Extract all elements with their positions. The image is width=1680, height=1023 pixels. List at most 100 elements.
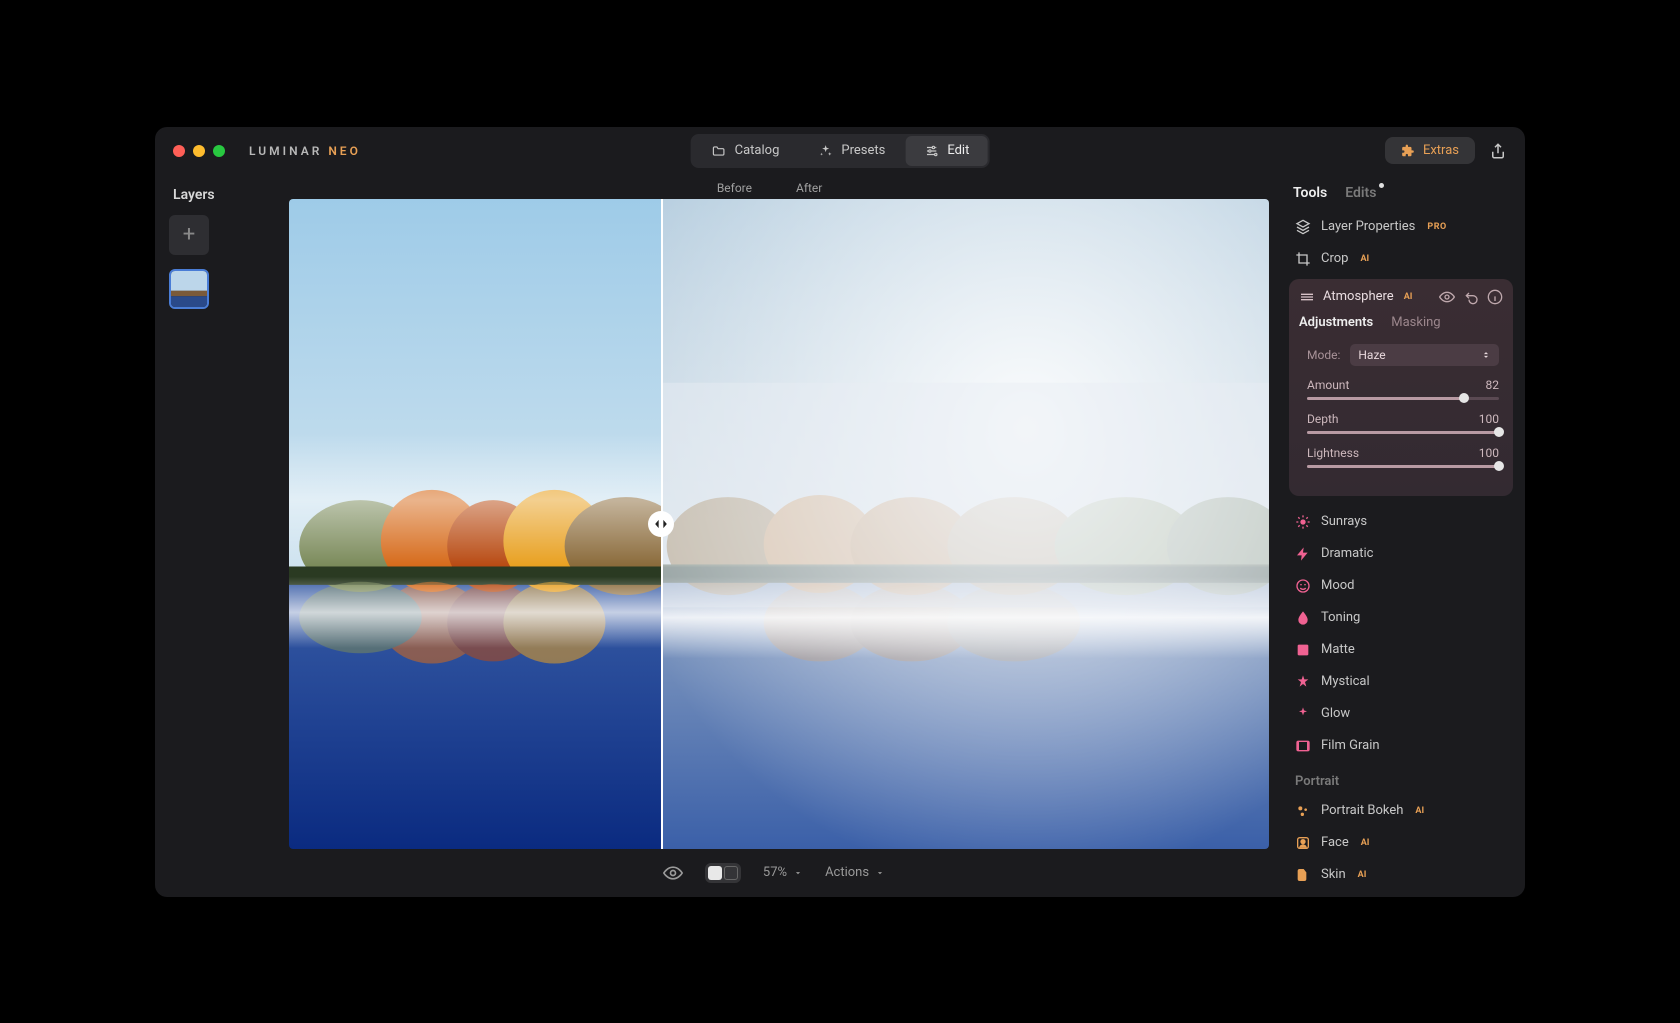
slider-lightness[interactable]: Lightness 100: [1307, 446, 1499, 468]
sunrays-icon: [1295, 514, 1311, 530]
layers-title: Layers: [173, 187, 265, 203]
compare-handle[interactable]: [648, 511, 674, 537]
toning-icon: [1295, 610, 1311, 626]
tool-label: Face: [1321, 835, 1349, 850]
right-tab-edits[interactable]: Edits: [1345, 185, 1376, 201]
ai-badge: AI: [1404, 292, 1413, 302]
brand-part1: LUMINAR: [249, 144, 322, 158]
canvas-area: Before After: [265, 175, 1283, 897]
portrait_bokeh-icon: [1295, 803, 1311, 819]
after-label: After: [796, 181, 822, 195]
reset-button[interactable]: [1463, 289, 1479, 305]
tool-label: Film Grain: [1321, 738, 1380, 753]
tool-label: Toning: [1321, 610, 1360, 625]
skin-icon: [1295, 867, 1311, 883]
crop-icon: [1295, 251, 1311, 267]
tab-edit-label: Edit: [947, 143, 969, 158]
atmosphere-panel: Atmosphere AI Adjustments Masking Mode:: [1289, 279, 1513, 496]
edits-indicator-dot: [1379, 183, 1384, 188]
ai-badge: AI: [1358, 870, 1367, 880]
info-button[interactable]: [1487, 289, 1503, 305]
tab-presets[interactable]: Presets: [799, 136, 903, 166]
ai-badge: AI: [1415, 806, 1424, 816]
slider-depth[interactable]: Depth 100: [1307, 412, 1499, 434]
window-controls: [173, 145, 225, 157]
slider-thumb[interactable]: [1494, 427, 1504, 437]
slider-label: Depth: [1307, 412, 1339, 426]
pro-badge: PRO: [1427, 222, 1446, 232]
chevron-down-icon: [875, 868, 885, 878]
image-viewport[interactable]: [289, 199, 1269, 849]
brand-part2: NEO: [328, 144, 361, 158]
tool-label: Mystical: [1321, 674, 1370, 689]
subtab-adjustments[interactable]: Adjustments: [1299, 315, 1373, 330]
tools-panel: Tools Edits Layer Properties PRO Crop AI: [1283, 175, 1525, 897]
tool-body[interactable]: BodyAI: [1289, 891, 1513, 897]
tool-film_grain[interactable]: Film Grain: [1289, 730, 1513, 762]
tool-label: Glow: [1321, 706, 1350, 721]
tool-layer-properties[interactable]: Layer Properties PRO: [1289, 211, 1513, 243]
mode-switcher: Catalog Presets Edit: [691, 134, 990, 168]
tool-glow[interactable]: Glow: [1289, 698, 1513, 730]
tool-layer-properties-label: Layer Properties: [1321, 219, 1415, 234]
extras-button[interactable]: Extras: [1385, 137, 1475, 164]
tool-label: Dramatic: [1321, 546, 1373, 561]
extras-label: Extras: [1423, 143, 1459, 158]
tool-mystical[interactable]: Mystical: [1289, 666, 1513, 698]
add-layer-button[interactable]: +: [169, 215, 209, 255]
sparkle-icon: [817, 143, 833, 159]
tool-portrait_bokeh[interactable]: Portrait Bokeh AI: [1289, 795, 1513, 827]
share-icon[interactable]: [1489, 142, 1507, 160]
mood-icon: [1295, 578, 1311, 594]
face-icon: [1295, 835, 1311, 851]
slider-value: 100: [1479, 412, 1499, 426]
tool-crop[interactable]: Crop AI: [1289, 243, 1513, 275]
tab-catalog[interactable]: Catalog: [693, 136, 798, 166]
tab-edit[interactable]: Edit: [905, 136, 987, 166]
before-label: Before: [717, 181, 752, 195]
slider-label: Lightness: [1307, 446, 1359, 460]
zoom-dropdown[interactable]: 57%: [763, 865, 803, 880]
mode-select[interactable]: Haze: [1350, 344, 1499, 366]
chevron-down-icon: [793, 868, 803, 878]
tool-dramatic[interactable]: Dramatic: [1289, 538, 1513, 570]
slider-label: Amount: [1307, 378, 1349, 392]
mode-label: Mode:: [1307, 348, 1340, 362]
minimize-window-button[interactable]: [193, 145, 205, 157]
tool-matte[interactable]: Matte: [1289, 634, 1513, 666]
tool-label: Portrait Bokeh: [1321, 803, 1403, 818]
actions-dropdown[interactable]: Actions: [825, 865, 885, 880]
atmosphere-icon: [1299, 289, 1315, 305]
tab-catalog-label: Catalog: [735, 143, 780, 158]
layer-thumbnail[interactable]: [169, 269, 209, 309]
slider-value: 100: [1479, 446, 1499, 460]
tool-label: Skin: [1321, 867, 1346, 882]
viewer-toolbar: 57% Actions: [265, 849, 1283, 897]
close-window-button[interactable]: [173, 145, 185, 157]
ai-badge: AI: [1360, 254, 1369, 264]
plus-icon: +: [183, 222, 195, 247]
tab-presets-label: Presets: [841, 143, 885, 158]
ai-badge: AI: [1361, 838, 1370, 848]
visibility-toggle[interactable]: [1439, 289, 1455, 305]
slider-thumb[interactable]: [1459, 393, 1469, 403]
compare-mode-toggle[interactable]: [705, 863, 741, 883]
tool-label: Matte: [1321, 642, 1355, 657]
actions-label: Actions: [825, 865, 869, 880]
tool-face[interactable]: Face AI: [1289, 827, 1513, 859]
maximize-window-button[interactable]: [213, 145, 225, 157]
tool-sunrays[interactable]: Sunrays: [1289, 506, 1513, 538]
tool-toning[interactable]: Toning: [1289, 602, 1513, 634]
preview-toggle[interactable]: [663, 863, 683, 883]
tool-mood[interactable]: Mood: [1289, 570, 1513, 602]
subtab-masking[interactable]: Masking: [1391, 315, 1440, 330]
layers-panel: Layers +: [155, 175, 265, 897]
slider-value: 82: [1486, 378, 1500, 392]
tool-skin[interactable]: Skin AI: [1289, 859, 1513, 891]
zoom-value: 57%: [763, 865, 787, 880]
slider-thumb[interactable]: [1494, 461, 1504, 471]
glow-icon: [1295, 706, 1311, 722]
slider-amount[interactable]: Amount 82: [1307, 378, 1499, 400]
right-tab-tools[interactable]: Tools: [1293, 185, 1327, 201]
matte-icon: [1295, 642, 1311, 658]
